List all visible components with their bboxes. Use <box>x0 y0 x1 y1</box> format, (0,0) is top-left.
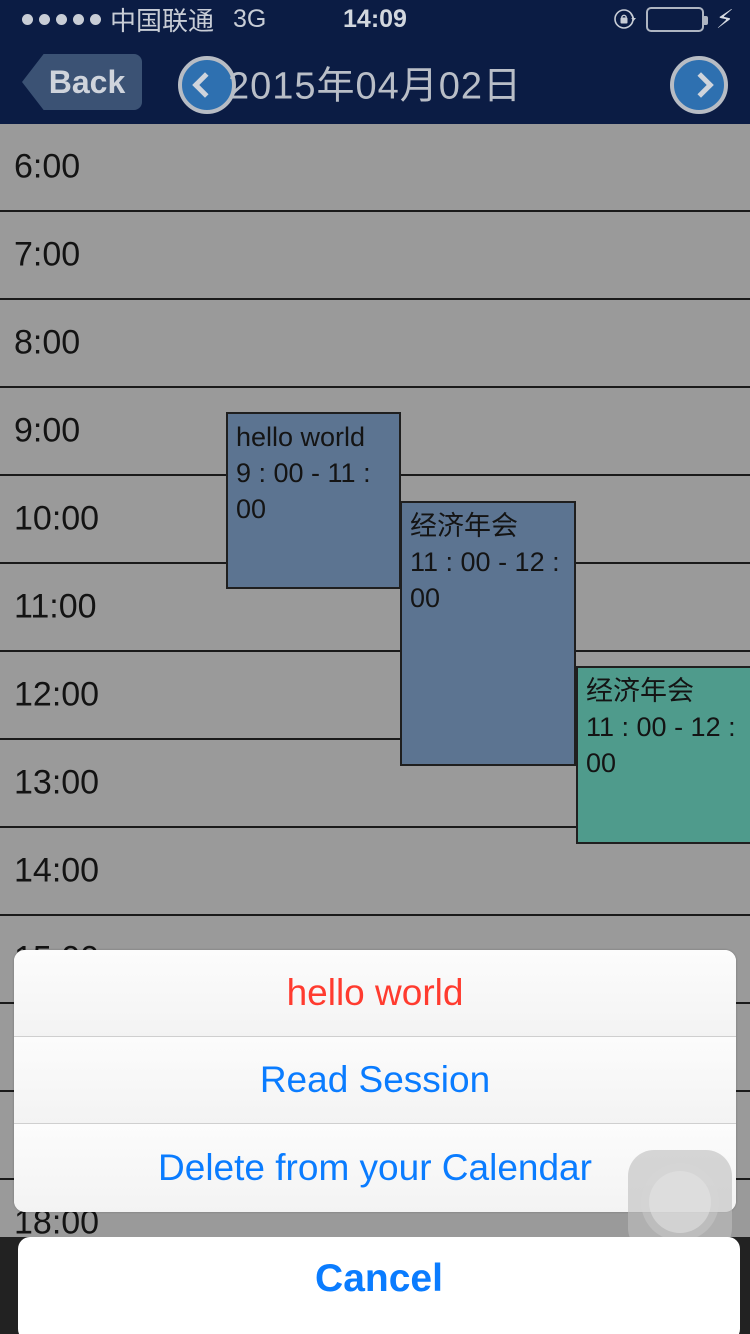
phone-screen: 中国联通 3G 14:09 ⚡ Back 2015年04月02日 6:00 7:… <box>0 0 750 1334</box>
battery-icon <box>645 6 708 32</box>
hour-label: 6:00 <box>14 147 81 186</box>
action-sheet-option-label: hello world <box>286 972 464 1013</box>
hour-label: 10:00 <box>14 499 100 538</box>
cancel-button-label: Cancel <box>315 1257 443 1300</box>
event-time: 11 : 00 - 12 : 00 <box>410 546 560 613</box>
hour-label: 9:00 <box>14 411 81 450</box>
hour-label: 12:00 <box>14 675 100 714</box>
action-sheet-option[interactable]: Read Session <box>14 1037 736 1124</box>
navigation-bar: Back 2015年04月02日 <box>0 38 750 124</box>
hour-label: 11:00 <box>14 587 97 626</box>
page-title: 2015年04月02日 <box>227 65 523 108</box>
hour-label: 14:00 <box>14 851 100 890</box>
action-sheet-option[interactable]: hello world <box>14 950 736 1037</box>
hour-label: 8:00 <box>14 323 81 362</box>
event-title: 经济年会 <box>410 511 518 541</box>
hour-row[interactable]: 6:00 <box>0 124 750 212</box>
lightning-bolt-icon: ⚡ <box>715 4 734 34</box>
hour-row[interactable]: 8:00 <box>0 300 750 388</box>
calendar-event[interactable]: 经济年会 11 : 00 - 12 : 00 <box>576 666 750 844</box>
status-bar-right: ⚡ <box>612 6 734 32</box>
action-sheet-option-label: Delete from your Calendar <box>158 1147 592 1188</box>
rotation-lock-icon <box>612 6 638 32</box>
event-title: hello world <box>236 422 366 452</box>
event-time: 11 : 00 - 12 : 00 <box>586 711 736 778</box>
calendar-event[interactable]: 经济年会 11 : 00 - 12 : 00 <box>400 501 576 766</box>
event-time: 9 : 00 - 11 : 00 <box>236 457 371 524</box>
hour-row[interactable]: 7:00 <box>0 212 750 300</box>
chevron-right-icon <box>688 72 714 98</box>
event-title: 经济年会 <box>586 676 694 706</box>
calendar-event[interactable]: hello world 9 : 00 - 11 : 00 <box>226 412 401 589</box>
hour-label: 7:00 <box>14 235 81 274</box>
next-day-button[interactable] <box>670 56 728 114</box>
cancel-button[interactable]: Cancel <box>18 1237 740 1334</box>
status-bar: 中国联通 3G 14:09 ⚡ <box>0 0 750 38</box>
hour-label: 13:00 <box>14 763 100 802</box>
action-sheet-option-label: Read Session <box>259 1059 491 1100</box>
